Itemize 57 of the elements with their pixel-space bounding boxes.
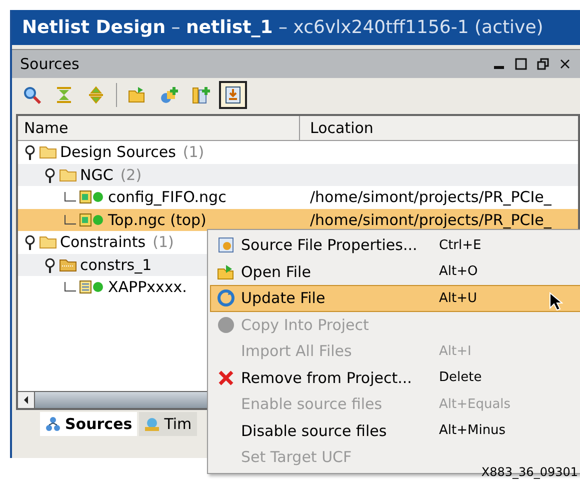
item-count: (2) (120, 166, 142, 184)
window-title: Netlist Design – netlist_1 – xc6vlx240tff1156-1 (active) (12, 10, 580, 45)
expand-all-icon (86, 85, 106, 105)
folder-icon (59, 258, 77, 272)
maximize-icon[interactable] (514, 57, 528, 71)
tree-item[interactable]: config_FIFO.ngc (108, 188, 226, 206)
folder-icon (39, 145, 57, 160)
expanded-node-icon[interactable] (44, 166, 56, 183)
tree-item[interactable]: NGC (80, 166, 114, 184)
file-status-icon (79, 190, 105, 204)
tree-item[interactable]: Top.ngc (top) (108, 210, 206, 229)
column-header[interactable]: Name (18, 116, 300, 140)
panel-tab[interactable]: Sources (40, 412, 138, 436)
file-status-icon (79, 212, 105, 227)
folder-icon (59, 168, 77, 182)
folder-arrow-icon (217, 262, 235, 281)
panel-title: Sources (20, 55, 80, 73)
hierarchy-icon (45, 416, 61, 432)
expanded-node-icon[interactable] (24, 234, 36, 250)
tree-item[interactable]: constrs_1 (80, 256, 152, 274)
collapse-all-icon (54, 85, 74, 105)
panel-tab[interactable]: Tim (139, 412, 197, 436)
add-columns-icon (191, 85, 211, 105)
expanded-node-icon[interactable] (44, 256, 56, 273)
folder-icon (39, 235, 57, 250)
tree-item[interactable]: Design Sources (60, 143, 176, 162)
file-location: /home/simont/projects/PR_PCIe_ (310, 188, 552, 206)
file-location: /home/simont/projects/PR_PCIe_ (310, 210, 552, 229)
restore-icon[interactable] (536, 57, 550, 71)
properties-icon (217, 236, 235, 254)
document-arrow-button[interactable] (219, 81, 247, 109)
item-count: (1) (182, 143, 204, 162)
remove-icon (217, 368, 235, 387)
mouse-pointer-icon (549, 292, 563, 312)
circle-icon (217, 316, 235, 334)
add-shapes-icon (159, 85, 179, 105)
tree-branch-icon (64, 192, 76, 202)
close-icon[interactable] (558, 57, 572, 71)
menu-item[interactable]: Source File Properties... Ctrl+E (210, 232, 580, 258)
menu-item[interactable]: Update File Alt+U (210, 285, 580, 312)
figure-caption: X883_36_09301 (481, 465, 578, 479)
menu-item[interactable]: Open File Alt+O (210, 258, 580, 285)
menu-item[interactable]: Disable source files Alt+Minus (210, 418, 580, 444)
scroll-left-button[interactable] (18, 392, 35, 408)
tree-item[interactable]: Constraints (60, 233, 146, 252)
search-icon (22, 85, 42, 105)
left-arrow-icon (22, 395, 30, 405)
tree-branch-icon (64, 214, 76, 225)
refresh-icon (217, 289, 235, 308)
menu-item[interactable]: Remove from Project... Delete (210, 364, 580, 391)
folder-arrow-icon (127, 85, 147, 105)
file-status-icon (79, 280, 105, 294)
tree-branch-icon (64, 282, 76, 292)
tree-item[interactable]: XAPPxxxx. (108, 278, 187, 296)
expanded-node-icon[interactable] (24, 144, 36, 160)
column-header[interactable]: Location (300, 116, 578, 140)
item-count: (1) (152, 233, 174, 252)
